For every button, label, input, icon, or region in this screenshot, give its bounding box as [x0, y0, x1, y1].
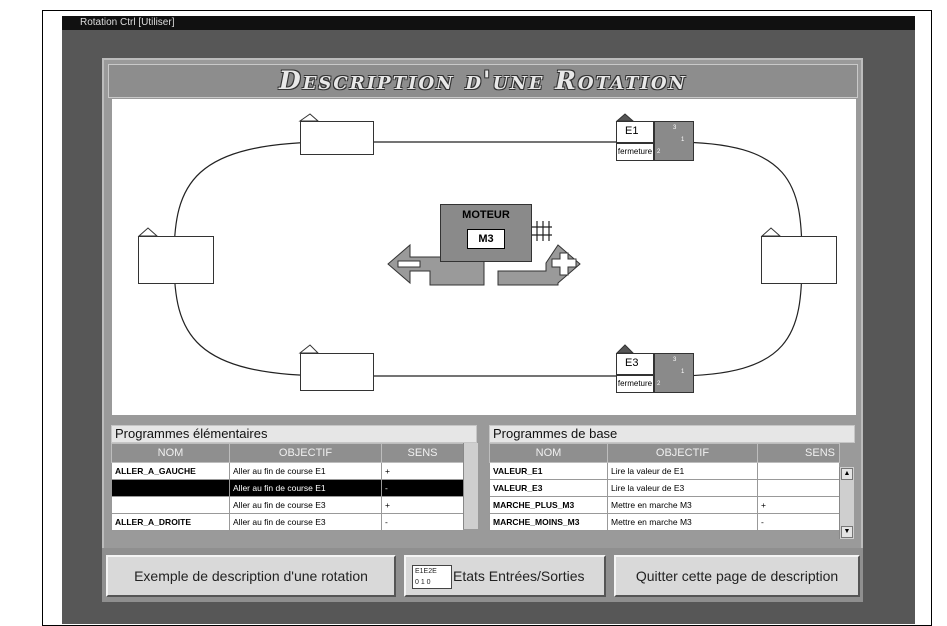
page-title: Description d'une Rotation [279, 66, 687, 95]
window-title: Rotation Ctrl [Utiliser] [62, 16, 915, 30]
motor-coupling [532, 221, 552, 241]
tab-top-left [298, 113, 320, 122]
base-programs-table: NOM OBJECTIF SENS VALEUR_E1 Lire la vale… [489, 443, 840, 531]
io-table-icon: E1E2E 0 1 0 [412, 565, 452, 589]
table-row[interactable]: MARCHE_MOINS_M3 Mettre en marche M3 - [489, 513, 840, 531]
page-title-bar: Description d'une Rotation [108, 64, 858, 98]
motor-block[interactable]: MOTEUR M3 [440, 204, 532, 262]
column-header-nom[interactable]: NOM [489, 443, 608, 463]
table-row[interactable]: VALEUR_E1 Lire la valeur de E1 [489, 462, 840, 480]
example-rotation-button[interactable]: Exemple de description d'une rotation [106, 555, 396, 597]
rotation-diagram: MOTEUR M3 E1 fermeture 3 1 2 E3 fermetur… [112, 99, 856, 415]
table-row[interactable]: ALLER_A_GAUCHE Aller au fin de course E1… [111, 462, 464, 480]
sensor-box-top-left[interactable] [300, 121, 374, 155]
elementary-programs-section: Programmes élémentaires NOM OBJECTIF SEN… [111, 425, 478, 531]
switch-state: fermeture [616, 375, 654, 393]
elementary-programs-header: Programmes élémentaires [111, 425, 477, 443]
switch-pins: 3 1 2 [654, 353, 694, 393]
column-header-nom[interactable]: NOM [111, 443, 230, 463]
tab-e3 [615, 344, 635, 354]
table-row[interactable]: VALEUR_E3 Lire la valeur de E3 [489, 479, 840, 497]
tab-left [137, 227, 159, 237]
table-row[interactable]: MARCHE_PLUS_M3 Mettre en marche M3 + [489, 496, 840, 514]
tab-right [760, 227, 782, 237]
sensor-box-left[interactable] [138, 236, 214, 284]
elementary-scrollbar[interactable] [463, 443, 478, 529]
table-row-selected[interactable]: Aller au fin de course E1 - [111, 479, 464, 497]
tab-bottom-left [298, 344, 320, 354]
switch-pins: 3 1 2 [654, 121, 694, 161]
quit-description-button[interactable]: Quitter cette page de description [614, 555, 860, 597]
base-programs-section: Programmes de base NOM OBJECTIF SENS VAL… [489, 425, 855, 539]
io-states-label: Etats Entrées/Sorties [453, 568, 585, 584]
scroll-down-icon[interactable]: ▼ [841, 526, 853, 538]
sensor-box-bottom-left[interactable] [300, 353, 374, 391]
scroll-up-icon[interactable]: ▲ [841, 468, 853, 480]
limit-switch-e3[interactable]: E3 fermeture 3 1 2 [616, 353, 694, 393]
io-states-button[interactable]: E1E2E 0 1 0 Etats Entrées/Sorties [404, 555, 606, 597]
base-scrollbar[interactable]: ▲ ▼ [839, 467, 854, 539]
limit-switch-e1[interactable]: E1 fermeture 3 1 2 [616, 121, 694, 161]
table-row[interactable]: ALLER_A_DROITE Aller au fin de course E3… [111, 513, 464, 531]
column-header-objectif[interactable]: OBJECTIF [607, 443, 758, 463]
switch-state: fermeture [616, 143, 654, 161]
elementary-programs-table: NOM OBJECTIF SENS ALLER_A_GAUCHE Aller a… [111, 443, 464, 531]
column-header-sens[interactable]: SENS [381, 443, 464, 463]
sensor-box-right[interactable] [761, 236, 837, 284]
column-header-objectif[interactable]: OBJECTIF [229, 443, 382, 463]
column-header-sens[interactable]: SENS [757, 443, 840, 463]
switch-name: E3 [616, 353, 654, 375]
tab-e1 [615, 113, 635, 122]
motor-name: M3 [467, 229, 505, 249]
motor-label: MOTEUR [462, 209, 510, 221]
table-row[interactable]: Aller au fin de course E3 + [111, 496, 464, 514]
base-programs-header: Programmes de base [489, 425, 855, 443]
switch-name: E1 [616, 121, 654, 143]
